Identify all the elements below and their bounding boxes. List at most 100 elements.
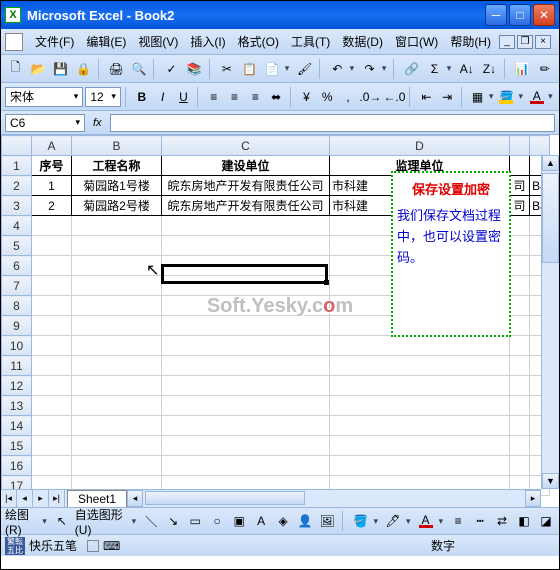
spell-icon[interactable]: ✓ — [161, 58, 182, 80]
merge-center-icon[interactable]: ⬌ — [267, 87, 286, 107]
arrow-icon[interactable]: ↘ — [164, 510, 182, 532]
align-center-icon[interactable]: ≡ — [225, 87, 244, 107]
cell[interactable]: 菊园路2号楼 — [72, 196, 162, 216]
copy-icon[interactable]: 📋 — [239, 58, 260, 80]
select-all-corner[interactable] — [2, 136, 32, 156]
fx-button[interactable]: fx — [93, 117, 102, 129]
drawing-icon[interactable]: ✏ — [534, 58, 555, 80]
clipart-icon[interactable]: 👤 — [296, 510, 314, 532]
comma-icon[interactable]: , — [339, 87, 358, 107]
font-size-box[interactable]: 12▾ — [85, 87, 121, 107]
col-header-C[interactable]: C — [162, 136, 330, 156]
textbox-icon[interactable]: ▣ — [230, 510, 248, 532]
cell[interactable]: 建设单位 — [162, 156, 330, 176]
save-icon[interactable]: 💾 — [51, 58, 72, 80]
ime-icon[interactable]: 繁転五比 — [5, 537, 25, 555]
autoshapes-menu[interactable]: 自选图形(U) — [75, 506, 128, 537]
menu-format[interactable]: 格式(O) — [232, 31, 285, 52]
name-box[interactable]: C6▾ — [5, 114, 85, 132]
undo-icon[interactable]: ↶ — [327, 58, 348, 80]
tab-last-icon[interactable]: ▸| — [49, 490, 65, 507]
menu-help[interactable]: 帮助(H) — [444, 31, 497, 52]
select-objects-icon[interactable]: ↖ — [53, 510, 71, 532]
hyperlink-icon[interactable]: 🔗 — [401, 58, 422, 80]
bold-button[interactable]: B — [132, 87, 151, 107]
align-right-icon[interactable]: ≡ — [246, 87, 265, 107]
tab-next-icon[interactable]: ▸ — [33, 490, 49, 507]
cell[interactable]: 序号 — [32, 156, 72, 176]
currency-icon[interactable]: ¥ — [297, 87, 316, 107]
line-style-icon[interactable]: ≡ — [449, 510, 467, 532]
autosum-icon[interactable]: Σ — [424, 58, 445, 80]
format-painter-icon[interactable]: 🖌 — [294, 58, 315, 80]
spreadsheet-grid[interactable]: A B C D 1 序号 工程名称 建设单位 监理单位 2 1 菊园路1号楼 皖… — [1, 135, 559, 507]
cell[interactable]: 2 — [32, 196, 72, 216]
new-icon[interactable]: 🗋 — [5, 58, 26, 80]
menu-insert[interactable]: 插入(I) — [184, 31, 231, 52]
cell[interactable]: 1 — [32, 176, 72, 196]
document-icon[interactable] — [5, 33, 23, 51]
wordart-icon[interactable]: A — [252, 510, 270, 532]
drawing-menu[interactable]: 绘图(R) — [5, 506, 38, 537]
row-header[interactable]: 1 — [2, 156, 32, 176]
scroll-left-icon[interactable]: ◂ — [127, 490, 143, 507]
keyboard-icon[interactable]: ⌨ — [103, 539, 120, 553]
scroll-thumb[interactable] — [542, 173, 559, 263]
borders-icon[interactable]: ▦ — [468, 87, 487, 107]
col-header-B[interactable]: B — [72, 136, 162, 156]
fill-color-icon[interactable]: 🪣 — [498, 87, 517, 107]
chart-icon[interactable]: 📊 — [512, 58, 533, 80]
percent-icon[interactable]: % — [318, 87, 337, 107]
oval-icon[interactable]: ○ — [208, 510, 226, 532]
sort-asc-icon[interactable]: A↓ — [456, 58, 477, 80]
cell[interactable]: 皖东房地产开发有限责任公司 — [162, 196, 330, 216]
paste-icon[interactable]: 📄 — [262, 58, 283, 80]
permission-icon[interactable]: 🔒 — [73, 58, 94, 80]
sheet-tab[interactable]: Sheet1 — [67, 490, 127, 507]
cut-icon[interactable]: ✂ — [216, 58, 237, 80]
formula-input[interactable] — [110, 114, 555, 132]
scroll-right-icon[interactable]: ▸ — [525, 490, 541, 507]
horizontal-scrollbar[interactable]: ◂ ▸ — [127, 490, 541, 507]
tab-first-icon[interactable]: |◂ — [1, 490, 17, 507]
row-header[interactable]: 2 — [2, 176, 32, 196]
shadow-icon[interactable]: ◧ — [515, 510, 533, 532]
redo-icon[interactable]: ↷ — [359, 58, 380, 80]
maximize-button[interactable]: □ — [509, 4, 531, 26]
hscroll-thumb[interactable] — [145, 491, 305, 505]
cell[interactable]: 司 — [510, 176, 530, 196]
sort-desc-icon[interactable]: Z↓ — [479, 58, 500, 80]
fill-color-draw-icon[interactable]: 🪣 — [352, 510, 370, 532]
cell[interactable]: 菊园路1号楼 — [72, 176, 162, 196]
italic-button[interactable]: I — [153, 87, 172, 107]
scroll-up-icon[interactable]: ▲ — [542, 155, 559, 171]
align-left-icon[interactable]: ≡ — [204, 87, 223, 107]
dash-style-icon[interactable]: ┅ — [471, 510, 489, 532]
row-header[interactable]: 3 — [2, 196, 32, 216]
font-color-draw-icon[interactable]: A — [417, 510, 435, 532]
line-color-icon[interactable]: 🖊 — [384, 510, 402, 532]
picture-icon[interactable]: 🖼 — [318, 510, 336, 532]
cell[interactable]: 司 — [510, 196, 530, 216]
open-icon[interactable]: 📂 — [28, 58, 49, 80]
col-header-D[interactable]: D — [330, 136, 510, 156]
print-icon[interactable]: 🖨 — [106, 58, 127, 80]
line-icon[interactable]: ＼ — [142, 510, 160, 532]
font-color-icon[interactable]: A — [527, 87, 546, 107]
vertical-scrollbar[interactable]: ▲ ▼ — [541, 155, 559, 489]
doc-minimize-button[interactable]: _ — [499, 35, 515, 49]
cell[interactable]: 工程名称 — [72, 156, 162, 176]
close-button[interactable]: ✕ — [533, 4, 555, 26]
diagram-icon[interactable]: ◈ — [274, 510, 292, 532]
research-icon[interactable]: 📚 — [184, 58, 205, 80]
doc-close-button[interactable]: × — [535, 35, 551, 49]
underline-button[interactable]: U — [174, 87, 193, 107]
scroll-down-icon[interactable]: ▼ — [542, 473, 559, 489]
decrease-decimal-icon[interactable]: ←.0 — [383, 87, 405, 107]
decrease-indent-icon[interactable]: ⇤ — [417, 87, 436, 107]
font-name-box[interactable]: 宋体▾ — [5, 87, 83, 107]
tab-prev-icon[interactable]: ◂ — [17, 490, 33, 507]
menu-data[interactable]: 数据(D) — [336, 31, 389, 52]
increase-indent-icon[interactable]: ⇥ — [438, 87, 457, 107]
menu-view[interactable]: 视图(V) — [132, 31, 184, 52]
